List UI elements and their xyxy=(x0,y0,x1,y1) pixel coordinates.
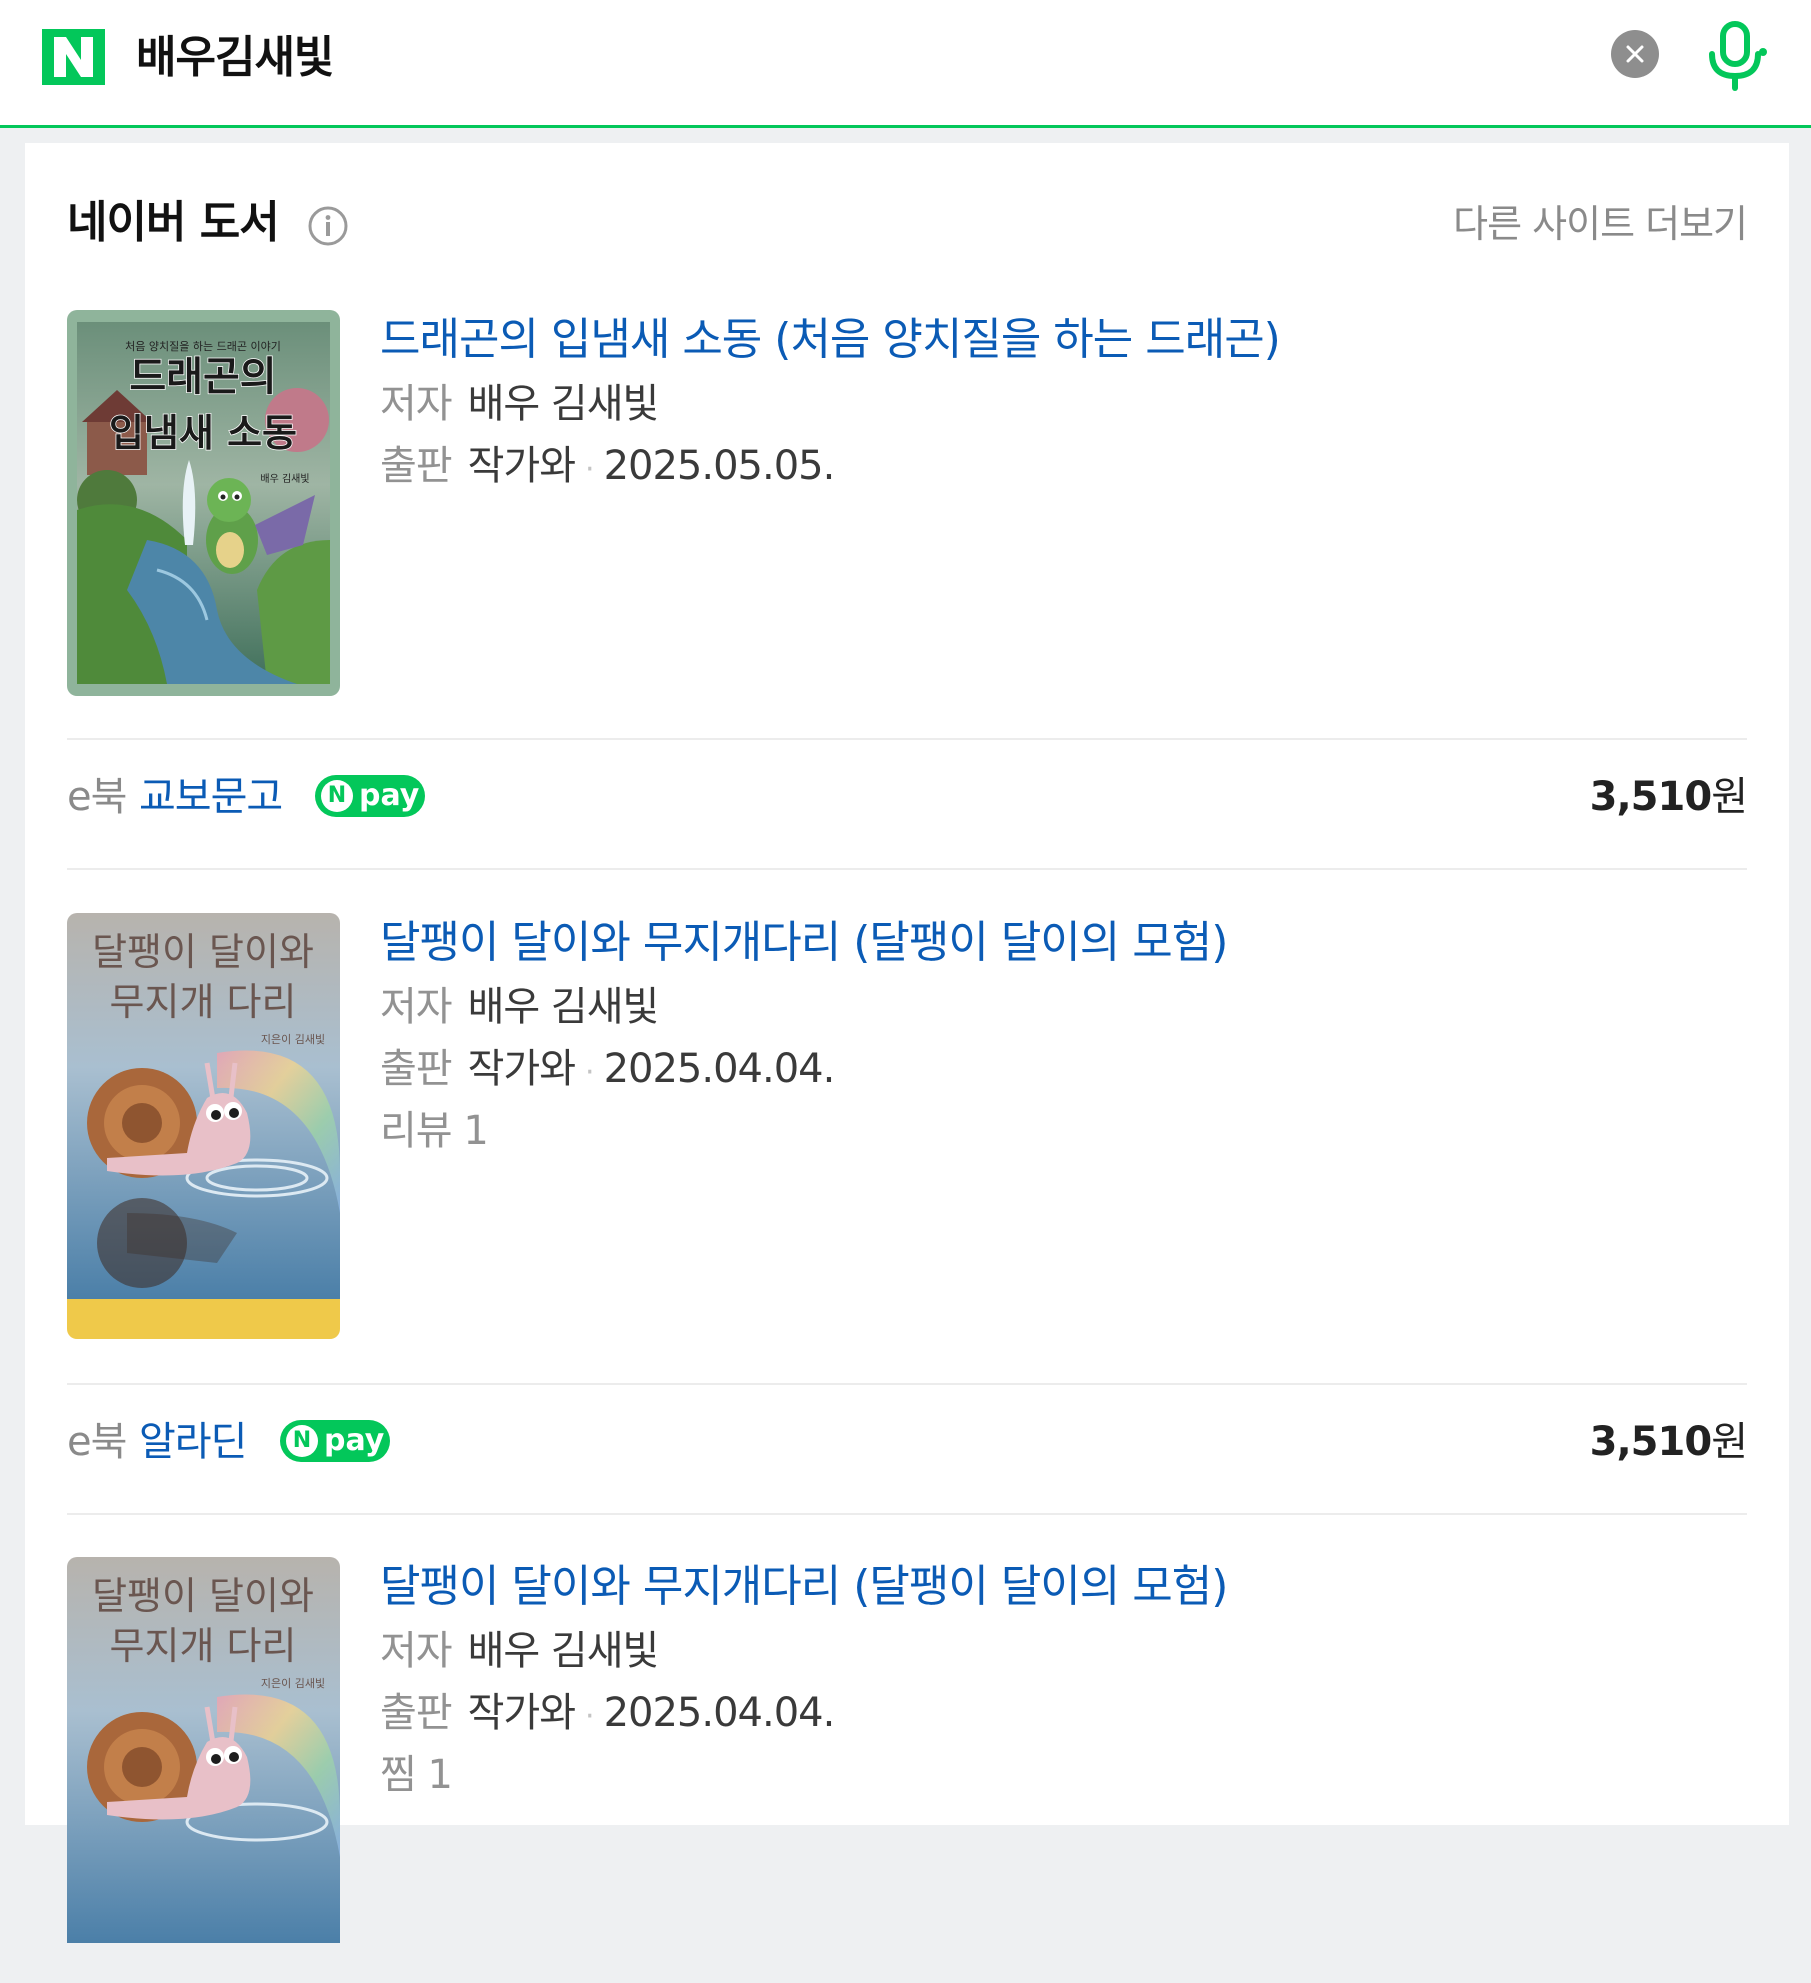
book-publisher-row: 출판 작가와 · 2025.04.04. xyxy=(380,1685,836,1745)
svg-text:지은이 김새빛: 지은이 김새빛 xyxy=(261,1677,325,1690)
publisher-name: 작가와 xyxy=(467,1046,576,1092)
npay-n-icon: N xyxy=(321,780,353,812)
npay-badge[interactable]: Npay xyxy=(315,775,425,817)
publisher-name: 작가와 xyxy=(467,443,576,489)
svg-text:드래곤의: 드래곤의 xyxy=(129,354,276,400)
book-author-row: 저자 배우 김새빛 xyxy=(380,1623,660,1679)
store-price-row[interactable]: e북 교보문고 Npay 3,510원 xyxy=(67,763,1748,833)
price[interactable]: 3,510원 xyxy=(1590,769,1748,825)
book-author-row: 저자 배우 김새빛 xyxy=(380,376,660,432)
npay-badge[interactable]: Npay xyxy=(280,1420,390,1462)
author-name: 배우 김새빛 xyxy=(467,1628,660,1674)
publish-date: 2025.04.04. xyxy=(603,1690,836,1736)
wishlist-count[interactable]: 찜 1 xyxy=(380,1747,468,1803)
author-name: 배우 김새빛 xyxy=(467,984,660,1030)
divider xyxy=(67,1513,1747,1515)
book-item: 달팽이 달이와 무지개 다리 지은이 김새빛 달팽이 달이와 무지개다리 (달팽… xyxy=(67,913,1747,1339)
author-name: 배우 김새빛 xyxy=(467,381,660,427)
store-price-row[interactable]: e북 알라딘 Npay 3,510원 xyxy=(67,1408,1748,1478)
book-title-link[interactable]: 달팽이 달이와 무지개다리 (달팽이 달이의 모험) xyxy=(380,1557,1228,1617)
more-sites-link[interactable]: 다른 사이트 더보기 xyxy=(1453,198,1748,250)
svg-text:무지개 다리: 무지개 다리 xyxy=(110,1624,297,1668)
divider xyxy=(67,738,1747,740)
book-publisher-row: 출판 작가와 · 2025.04.04. xyxy=(380,1041,836,1101)
divider xyxy=(67,868,1747,870)
svg-text:입냄새 소동: 입냄새 소동 xyxy=(109,411,297,455)
book-results-card: 네이버 도서 다른 사이트 더보기 처음 양치질을 하는 드래곤 이야기 드래곤… xyxy=(25,143,1789,1943)
info-icon[interactable] xyxy=(307,205,349,247)
search-header: 배우김새빛 xyxy=(0,0,1811,128)
npay-n-icon: N xyxy=(286,1425,318,1457)
divider xyxy=(67,1383,1747,1385)
book-author-row: 저자 배우 김새빛 xyxy=(380,979,660,1035)
book-cover[interactable]: 처음 양치질을 하는 드래곤 이야기 드래곤의 입냄새 소동 배우 김새빛 xyxy=(67,310,340,696)
voice-search-button[interactable] xyxy=(1700,18,1770,92)
svg-text:달팽이 달이와: 달팽이 달이와 xyxy=(92,930,314,974)
search-query[interactable]: 배우김새빛 xyxy=(136,28,334,88)
naver-logo[interactable] xyxy=(42,29,105,85)
review-count[interactable]: 리뷰 1 xyxy=(380,1103,504,1159)
separator-dot: · xyxy=(585,1699,594,1734)
book-item: 처음 양치질을 하는 드래곤 이야기 드래곤의 입냄새 소동 배우 김새빛 드래… xyxy=(67,310,1747,696)
author-label: 저자 xyxy=(380,984,453,1030)
store-name-link[interactable]: 교보문고 xyxy=(139,769,283,825)
microphone-icon xyxy=(1709,21,1767,91)
author-label: 저자 xyxy=(380,381,453,427)
svg-text:배우 김새빛: 배우 김새빛 xyxy=(260,473,309,485)
publish-date: 2025.05.05. xyxy=(603,443,836,489)
book-title-link[interactable]: 드래곤의 입냄새 소동 (처음 양치질을 하는 드래곤) xyxy=(380,310,1281,370)
svg-text:달팽이 달이와: 달팽이 달이와 xyxy=(92,1574,314,1618)
author-label: 저자 xyxy=(380,1628,453,1674)
book-cover[interactable]: 달팽이 달이와 무지개 다리 지은이 김새빛 xyxy=(67,1557,340,1983)
publisher-label: 출판 xyxy=(380,1690,453,1736)
clear-search-button[interactable] xyxy=(1611,30,1659,78)
svg-text:지은이 김새빛: 지은이 김새빛 xyxy=(261,1033,325,1046)
svg-text:무지개 다리: 무지개 다리 xyxy=(110,980,297,1024)
svg-text:처음 양치질을 하는 드래곤 이야기: 처음 양치질을 하는 드래곤 이야기 xyxy=(125,339,281,353)
book-publisher-row: 출판 작가와 · 2025.05.05. xyxy=(380,438,836,498)
store-name-link[interactable]: 알라딘 xyxy=(139,1414,247,1470)
book-title-link[interactable]: 달팽이 달이와 무지개다리 (달팽이 달이의 모험) xyxy=(380,913,1228,973)
book-item: 달팽이 달이와 무지개 다리 지은이 김새빛 달팽이 달이와 무지개다리 (달팽… xyxy=(67,1557,1747,1943)
separator-dot: · xyxy=(585,1055,594,1090)
close-icon xyxy=(1626,45,1644,63)
book-cover[interactable]: 달팽이 달이와 무지개 다리 지은이 김새빛 xyxy=(67,913,340,1339)
publisher-label: 출판 xyxy=(380,1046,453,1092)
ebook-label: e북 xyxy=(67,1419,127,1465)
section-title: 네이버 도서 xyxy=(67,197,280,248)
price[interactable]: 3,510원 xyxy=(1590,1414,1748,1470)
publisher-name: 작가와 xyxy=(467,1690,576,1736)
publish-date: 2025.04.04. xyxy=(603,1046,836,1092)
ebook-label: e북 xyxy=(67,774,127,820)
separator-dot: · xyxy=(585,452,594,487)
publisher-label: 출판 xyxy=(380,443,453,489)
